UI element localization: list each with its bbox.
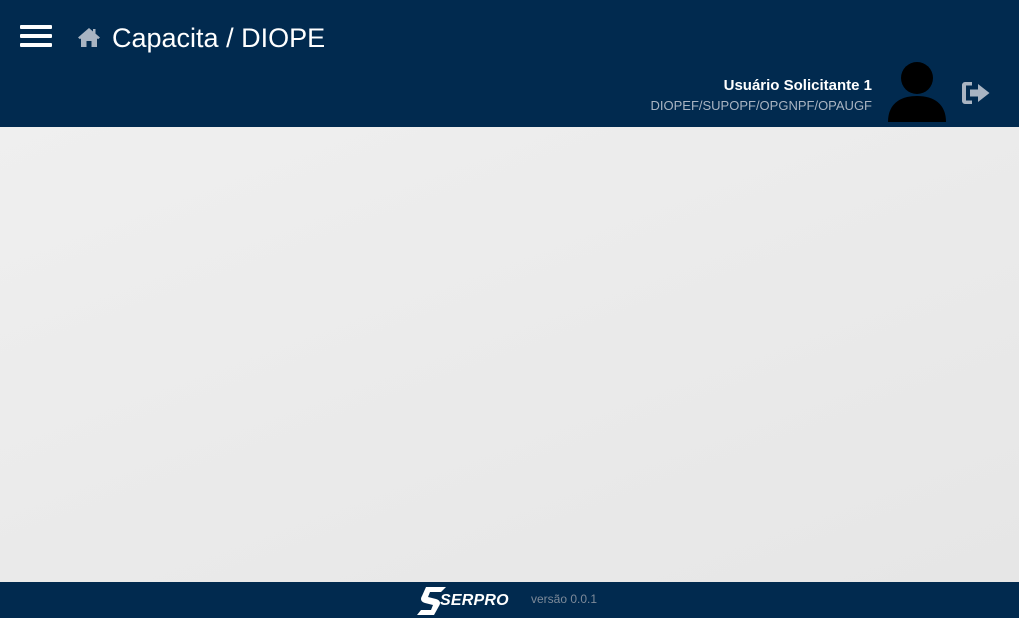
user-unit: DIOPEF/SUPOPF/OPGNPF/OPAUGF [650, 98, 872, 113]
user-name: Usuário Solicitante 1 [723, 77, 872, 94]
top-header: Capacita / DIOPE Usuário Solicitante 1 D… [0, 0, 1019, 127]
footer: SERPRO versão 0.0.1 [0, 582, 1019, 618]
hamburger-menu-icon[interactable] [14, 18, 58, 58]
user-avatar-icon[interactable] [886, 60, 948, 122]
main-content [0, 127, 1019, 582]
page-title: Capacita / DIOPE [112, 23, 326, 53]
user-info: Usuário Solicitante 1 DIOPEF/SUPOPF/OPGN… [650, 76, 872, 115]
home-icon[interactable] [77, 26, 101, 48]
version-label: versão 0.0.1 [531, 592, 598, 606]
sign-out-icon[interactable] [961, 80, 991, 106]
serpro-brand-text: SERPRO [440, 592, 509, 609]
